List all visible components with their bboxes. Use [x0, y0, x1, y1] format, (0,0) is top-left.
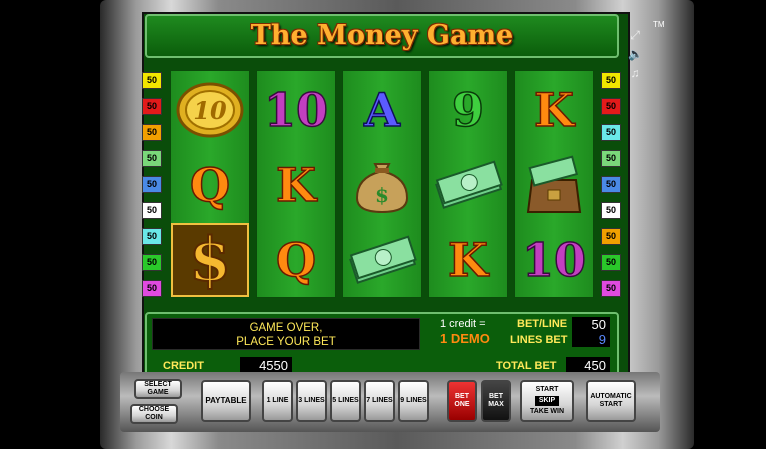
bet-line-value: 50: [572, 317, 610, 332]
one-line-button[interactable]: 1 LINE: [262, 380, 293, 422]
start-label: START: [535, 386, 559, 393]
queen-symbol: Q: [189, 158, 231, 212]
cash-stack-symbol: [429, 148, 507, 222]
payline-button[interactable]: 50: [601, 254, 621, 271]
message-display: GAME OVER, PLACE YOUR BET: [152, 318, 420, 350]
game-title: The Money Game: [250, 20, 514, 51]
bag-of-cash-symbol: [515, 148, 593, 222]
payline-button[interactable]: 50: [601, 98, 621, 115]
ace-symbol: A: [363, 83, 400, 137]
reel-4: 9 K: [428, 70, 508, 298]
take-win-label: TAKE WIN: [529, 408, 565, 415]
king-symbol: K: [533, 83, 574, 137]
payline-button[interactable]: 50: [142, 124, 162, 141]
reel-3: A $: [342, 70, 422, 298]
credit-rate-label: 1 credit =: [440, 318, 486, 330]
svg-text:$: $: [375, 183, 389, 207]
credit-label: CREDIT: [163, 360, 204, 372]
king-symbol: K: [447, 233, 488, 287]
payline-button[interactable]: 50: [142, 280, 162, 297]
message-line-1: GAME OVER,: [249, 322, 323, 334]
side-icons: ⤢ 🔈 ♫: [628, 28, 643, 85]
bet-line-label: BET/LINE: [517, 318, 568, 330]
ten-symbol: 10: [521, 233, 587, 287]
reel-2: 10 K Q: [256, 70, 336, 298]
reel-1: 10 Q $: [170, 70, 250, 298]
five-lines-button[interactable]: 5 LINES: [330, 380, 361, 422]
payline-button[interactable]: 50: [601, 150, 621, 167]
queen-symbol: Q: [275, 233, 317, 287]
reels-area: 10 Q $ 10 K Q A $ 9 K K 10: [170, 70, 596, 298]
payline-button[interactable]: 50: [142, 202, 162, 219]
bet-one-button[interactable]: BET ONE: [447, 380, 477, 422]
select-game-button[interactable]: SELECT GAME: [134, 379, 182, 399]
bet-max-button[interactable]: BET MAX: [481, 380, 511, 422]
payline-button[interactable]: 50: [601, 228, 621, 245]
svg-text:10: 10: [193, 96, 227, 125]
payline-button[interactable]: 50: [601, 124, 621, 141]
king-symbol: K: [275, 158, 316, 212]
reel-5: K 10: [514, 70, 594, 298]
lines-bet-value: 9: [572, 332, 610, 347]
sound-icon[interactable]: 🔈: [628, 47, 643, 61]
payline-button[interactable]: 50: [142, 72, 162, 89]
three-lines-button[interactable]: 3 LINES: [296, 380, 327, 422]
seven-lines-button[interactable]: 7 LINES: [364, 380, 395, 422]
payline-button[interactable]: 50: [142, 150, 162, 167]
choose-coin-button[interactable]: CHOOSE COIN: [130, 404, 178, 424]
payline-button[interactable]: 50: [601, 72, 621, 89]
nine-symbol: 9: [451, 83, 485, 137]
lines-bet-label: LINES BET: [510, 334, 568, 346]
paytable-button[interactable]: PAYTABLE: [201, 380, 251, 422]
payline-button[interactable]: 50: [601, 280, 621, 297]
fullscreen-icon[interactable]: ⤢: [628, 28, 642, 42]
message-line-2: PLACE YOUR BET: [236, 336, 336, 348]
start-button[interactable]: START SKIP TAKE WIN: [520, 380, 574, 422]
nine-lines-button[interactable]: 9 LINES: [398, 380, 429, 422]
ten-symbol: 10: [263, 83, 329, 137]
cash-stack-symbol: [343, 223, 421, 297]
total-bet-label: TOTAL BET: [496, 360, 557, 372]
payline-button[interactable]: 50: [601, 176, 621, 193]
automatic-start-button[interactable]: AUTOMATIC START: [586, 380, 636, 422]
money-bag-symbol: $: [343, 148, 421, 222]
coin-symbol: 10: [171, 73, 249, 147]
trademark: TM: [653, 20, 665, 29]
payline-button[interactable]: 50: [142, 254, 162, 271]
dollar-symbol: $: [171, 223, 249, 297]
payline-button[interactable]: 50: [142, 98, 162, 115]
payline-button[interactable]: 50: [601, 202, 621, 219]
music-icon[interactable]: ♫: [628, 66, 642, 80]
skip-label: SKIP: [534, 396, 560, 406]
payline-button[interactable]: 50: [142, 176, 162, 193]
title-bar: The Money Game TM: [145, 14, 665, 58]
credit-rate-value: 1 DEMO: [440, 331, 490, 346]
payline-button[interactable]: 50: [142, 228, 162, 245]
